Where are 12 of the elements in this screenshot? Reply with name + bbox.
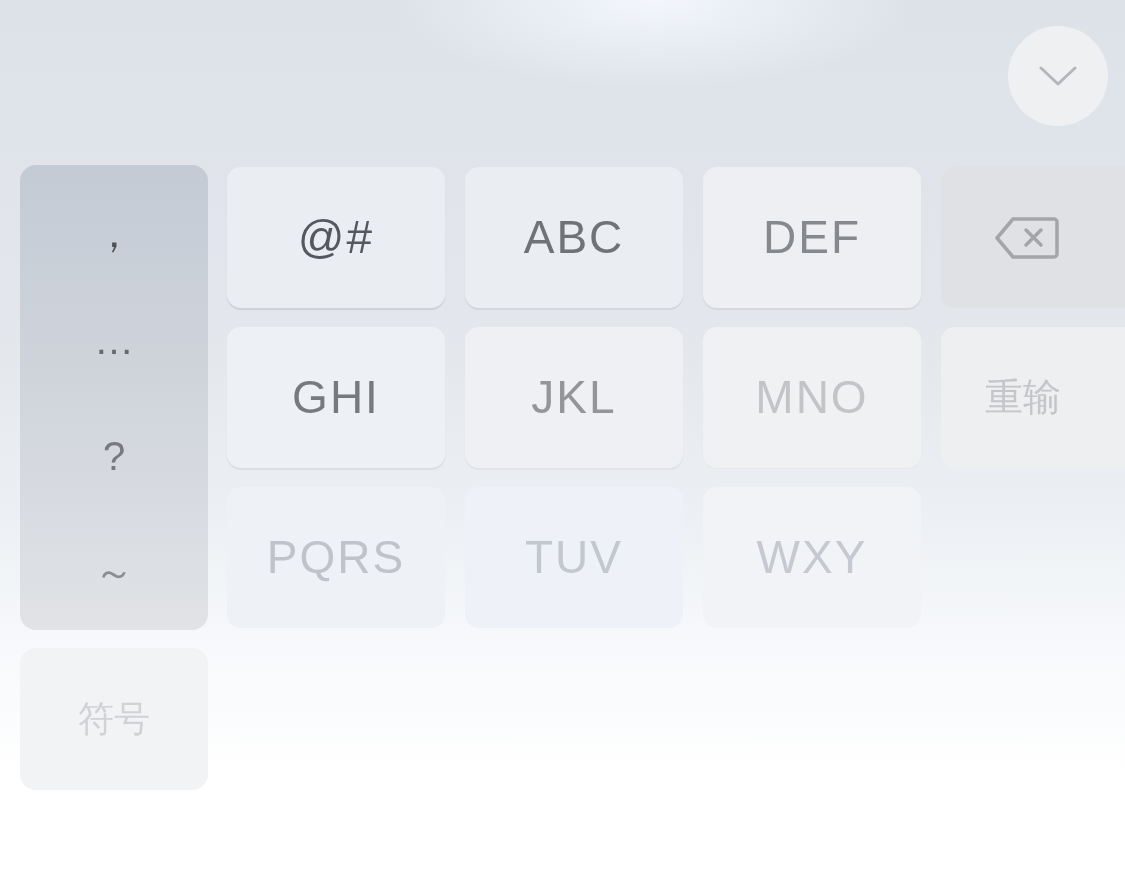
- punctuation-key[interactable]: ，: [94, 193, 134, 253]
- chevron-down-icon: [1039, 66, 1077, 86]
- keyboard-key[interactable]: @#: [227, 167, 445, 308]
- punctuation-key[interactable]: ～: [94, 552, 134, 592]
- punctuation-key[interactable]: ?: [102, 436, 126, 476]
- punctuation-key[interactable]: …: [94, 320, 134, 360]
- backspace-icon: [995, 216, 1059, 259]
- keyboard-key[interactable]: DEF: [703, 167, 921, 308]
- keyboard-key[interactable]: ABC: [465, 167, 683, 308]
- keyboard-key[interactable]: GHI: [227, 327, 445, 468]
- backspace-button[interactable]: [941, 167, 1125, 308]
- keyboard-key[interactable]: JKL: [465, 327, 683, 468]
